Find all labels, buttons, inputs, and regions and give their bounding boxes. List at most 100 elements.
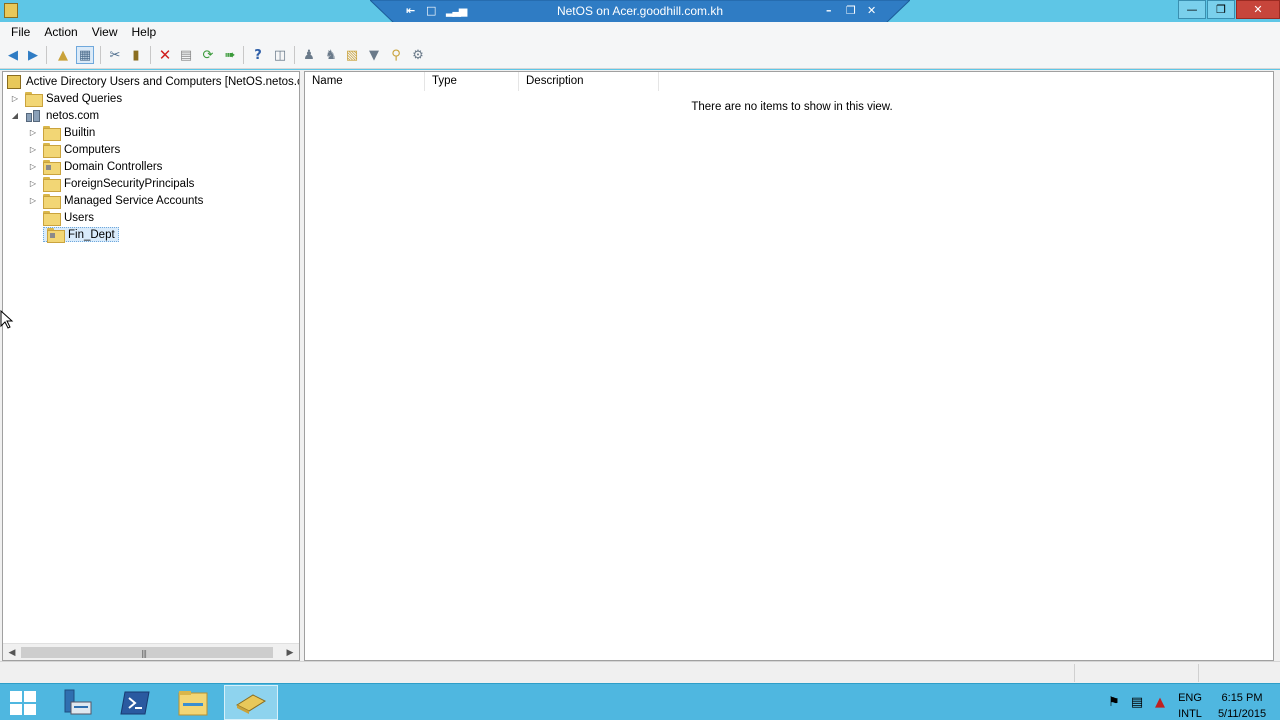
expand-arrow-icon[interactable]: ▷ (27, 195, 39, 207)
menu-help[interactable]: Help (125, 22, 164, 41)
scroll-left-icon[interactable]: ◀ (4, 645, 20, 660)
network-icon[interactable]: ▤ (1129, 695, 1145, 711)
aduc-taskbar-icon (235, 693, 267, 714)
add-to-group-icon[interactable]: ⚙ (409, 46, 427, 64)
console-area: Active Directory Users and Computers [Ne… (0, 70, 1280, 661)
tree-item-managed-service-accounts[interactable]: ▷ Managed Service Accounts (27, 192, 203, 209)
toolbar-separator (100, 46, 101, 64)
server-manager-icon (64, 689, 92, 714)
delete-icon[interactable]: ✕ (156, 46, 174, 64)
forward-arrow-icon[interactable]: ▶ (24, 46, 42, 64)
action-pane-icon[interactable]: ◫ (271, 46, 289, 64)
column-description[interactable]: Description (519, 72, 659, 91)
expand-arrow-icon[interactable]: ▷ (27, 178, 39, 190)
column-type[interactable]: Type (425, 72, 519, 91)
tree-item-label: Users (64, 211, 95, 224)
domain-icon (25, 109, 41, 123)
restore-button[interactable]: ❐ (1207, 0, 1235, 19)
tree-item-label: Saved Queries (46, 92, 123, 105)
tree-item-label: Computers (64, 143, 121, 156)
up-folder-icon[interactable]: ▲ (54, 46, 72, 64)
tree-item-label: netos.com (46, 109, 100, 122)
tree-item-label: Builtin (64, 126, 96, 139)
cut-icon[interactable]: ✂ (106, 46, 124, 64)
selected-node[interactable]: Fin_Dept (43, 227, 119, 243)
collapse-arrow-icon[interactable]: ◢ (9, 110, 21, 122)
clock-time: 6:15 PM (1221, 692, 1263, 704)
tree-item-label: Managed Service Accounts (64, 194, 204, 207)
window-edge (1274, 70, 1280, 661)
rdp-connection-bar: ⇤ □ ▂▃▅ NetOS on Acer.goodhill.com.kh – … (370, 0, 910, 24)
menu-action[interactable]: Action (37, 22, 84, 41)
toolbar: ◀ ▶ ▲ ▦ ✂ ▮ ✕ ▤ ⟳ ➠ ? ◫ ♟ ♞ ▧ ▼ ⚲ ⚙ (0, 41, 1280, 69)
find-icon[interactable]: ⚲ (387, 46, 405, 64)
refresh-icon[interactable]: ⟳ (199, 46, 217, 64)
paste-icon[interactable]: ▮ (127, 46, 145, 64)
new-ou-icon[interactable]: ▧ (343, 46, 361, 64)
show-console-tree-icon[interactable]: ▦ (76, 46, 94, 64)
menu-view[interactable]: View (85, 22, 125, 41)
properties-icon[interactable]: ▤ (177, 46, 195, 64)
status-bar (0, 661, 1280, 683)
expand-arrow-icon[interactable]: ▷ (9, 93, 21, 105)
rdp-close-icon[interactable]: ✕ (867, 4, 876, 17)
tree-item-fin-dept[interactable]: Fin_Dept (27, 226, 119, 243)
taskbar-powershell[interactable] (108, 685, 162, 720)
minimize-button[interactable]: — (1178, 0, 1206, 19)
language-code: ENG (1178, 692, 1202, 704)
tree-item-computers[interactable]: ▷ Computers (27, 141, 120, 158)
tree-item-foreign-security-principals[interactable]: ▷ ForeignSecurityPrincipals (27, 175, 194, 192)
volume-muted-icon[interactable]: ▲ (1152, 695, 1168, 711)
menu-file[interactable]: File (4, 22, 37, 41)
expand-arrow-icon[interactable]: ▷ (27, 127, 39, 139)
keyboard-layout: INTL (1178, 708, 1202, 720)
column-name[interactable]: Name (305, 72, 425, 91)
close-button[interactable]: ✕ (1236, 0, 1280, 19)
tree-item-users[interactable]: Users (27, 209, 94, 226)
folder-icon (25, 92, 43, 107)
aduc-app-icon[interactable] (4, 3, 18, 18)
language-indicator[interactable]: ENG INTL (1174, 690, 1206, 720)
action-center-icon[interactable]: ⚑ (1106, 695, 1122, 711)
rdp-restore-icon[interactable]: ❐ (846, 4, 856, 17)
new-group-icon[interactable]: ♞ (322, 46, 340, 64)
toolbar-separator (294, 46, 295, 64)
toolbar-separator (46, 46, 47, 64)
tree-item-domain-controllers[interactable]: ▷ Domain Controllers (27, 158, 162, 175)
scroll-thumb[interactable] (21, 647, 273, 658)
ou-folder-icon (47, 228, 65, 243)
tree-item-saved-queries[interactable]: ▷ Saved Queries (9, 90, 122, 107)
taskbar-server-manager[interactable] (50, 685, 104, 720)
tree-root-label: Active Directory Users and Computers [Ne… (26, 75, 300, 88)
filter-icon[interactable]: ▼ (365, 46, 383, 64)
export-list-icon[interactable]: ➠ (221, 46, 239, 64)
scroll-right-icon[interactable]: ▶ (282, 645, 298, 660)
start-button[interactable] (10, 691, 36, 715)
mouse-cursor-icon (0, 310, 14, 329)
expand-arrow-icon[interactable]: ▷ (27, 161, 39, 173)
folder-icon (43, 177, 61, 192)
taskbar-aduc[interactable] (224, 685, 278, 720)
help-icon[interactable]: ? (249, 46, 267, 64)
tree-horizontal-scrollbar[interactable]: ◀ ||| ▶ (3, 643, 299, 660)
tree-root[interactable]: Active Directory Users and Computers [Ne… (7, 73, 300, 90)
taskbar: ⚑ ▤ ▲ ENG INTL 6:15 PM 5/11/2015 (0, 683, 1280, 720)
folder-icon (43, 126, 61, 141)
window-controls: — ❐ ✕ (1177, 0, 1280, 20)
aduc-root-icon (7, 74, 21, 89)
toolbar-separator (243, 46, 244, 64)
folder-icon (43, 143, 61, 158)
tree-item-domain[interactable]: ◢ netos.com (9, 107, 99, 124)
expand-arrow-icon[interactable]: ▷ (27, 144, 39, 156)
tree-item-builtin[interactable]: ▷ Builtin (27, 124, 95, 141)
rdp-minimize-icon[interactable]: – (826, 4, 832, 17)
tree-item-label: Domain Controllers (64, 160, 163, 173)
new-user-icon[interactable]: ♟ (300, 46, 318, 64)
back-arrow-icon[interactable]: ◀ (4, 46, 22, 64)
clock[interactable]: 6:15 PM 5/11/2015 (1212, 690, 1272, 720)
taskbar-file-explorer[interactable] (166, 685, 220, 720)
powershell-icon (120, 691, 150, 714)
folder-icon (43, 194, 61, 209)
